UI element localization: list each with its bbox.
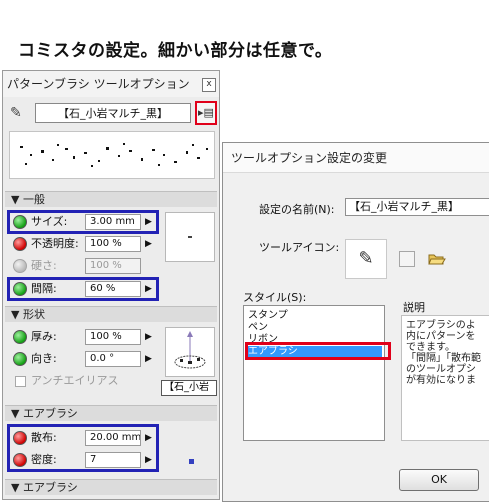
thickness-label: 厚み: <box>31 330 57 343</box>
direction-input[interactable]: 0.0 ° <box>85 351 141 367</box>
brush-icon: ✎ <box>10 105 22 121</box>
spacing-input[interactable]: 60 % <box>85 281 141 297</box>
direction-pressure-toggle[interactable] <box>13 352 27 366</box>
density-preview-dot <box>189 459 194 464</box>
close-icon[interactable]: x <box>202 78 216 92</box>
setting-name-input[interactable]: 【石_小岩マルチ_黒】 <box>345 198 489 216</box>
brush-stroke-preview <box>9 131 215 179</box>
brush-name-field[interactable]: 【石_小岩マルチ_黒】 <box>35 103 191 123</box>
brush-tag: 【石_小岩 <box>161 380 217 396</box>
style-item-stamp[interactable]: スタンプ <box>246 310 382 322</box>
section-airbrush-2[interactable]: ▼ エアブラシ <box>5 479 217 495</box>
opacity-label: 不透明度: <box>31 237 79 250</box>
spacing-label: 間隔: <box>31 282 57 295</box>
tool-icon-preview: ✎ <box>345 239 387 279</box>
thickness-input[interactable]: 100 % <box>85 329 141 345</box>
shape-preview-graphic <box>174 331 206 369</box>
density-input[interactable]: 7 <box>85 452 141 468</box>
size-dot <box>188 236 192 238</box>
folder-open-icon[interactable] <box>427 251 447 267</box>
size-slider-arrow[interactable]: ▶ <box>145 215 152 229</box>
description-box: エアブラシのよ 内にパターンを できます。 「間隔」「散布範 のツールオプシ が… <box>401 315 489 441</box>
section-airbrush[interactable]: ▼ エアブラシ <box>5 405 217 421</box>
style-listbox[interactable]: スタンプ ペン リボン エアブラシ <box>243 305 385 441</box>
direction-label: 向き: <box>31 352 57 365</box>
direction-slider-arrow[interactable]: ▶ <box>145 352 152 366</box>
tool-options-palette: パターンブラシ ツールオプション x ✎ 【石_小岩マルチ_黒】 ▸▤ ▼ 一般… <box>2 70 220 500</box>
page-heading: コミスタの設定。細かい部分は任意で。 <box>18 41 333 61</box>
style-item-pen[interactable]: ペン <box>246 322 382 334</box>
description-label: 説明 <box>403 301 425 314</box>
spacing-slider-arrow[interactable]: ▶ <box>145 282 152 296</box>
description-line: 内にパターンを <box>406 331 476 342</box>
tool-icon-label: ツールアイコン: <box>259 241 340 254</box>
style-label: スタイル(S): <box>243 291 307 304</box>
dialog-title: ツールオプション設定の変更 <box>223 143 489 173</box>
opacity-input[interactable]: 100 % <box>85 236 141 252</box>
scatter-slider-arrow[interactable]: ▶ <box>145 431 152 445</box>
thickness-pressure-toggle[interactable] <box>13 330 27 344</box>
section-shape[interactable]: ▼ 形状 <box>5 306 217 322</box>
size-input[interactable]: 3.00 mm <box>85 214 141 230</box>
size-label: サイズ: <box>31 215 68 228</box>
folder-icon-graphic <box>428 254 446 265</box>
antialias-checkbox[interactable] <box>15 376 26 387</box>
scatter-pressure-toggle[interactable] <box>13 431 27 445</box>
palette-title: パターンブラシ ツールオプション <box>3 71 219 97</box>
icon-blank-button[interactable] <box>399 251 415 267</box>
highlight-airbrush-style <box>245 342 391 360</box>
thickness-slider-arrow[interactable]: ▶ <box>145 330 152 344</box>
brush-menu-button[interactable]: ▸▤ <box>195 101 217 125</box>
scatter-input[interactable]: 20.00 mm <box>85 430 141 446</box>
description-line: できます。 <box>406 342 455 353</box>
hardness-label: 硬さ: <box>31 259 57 272</box>
section-general[interactable]: ▼ 一般 <box>5 191 217 207</box>
opacity-slider-arrow[interactable]: ▶ <box>145 237 152 251</box>
description-line: のツールオプシ <box>406 364 476 375</box>
hardness-pressure-toggle <box>13 259 27 273</box>
ok-button[interactable]: OK <box>399 469 479 491</box>
brush-selector-row: ✎ 【石_小岩マルチ_黒】 ▸▤ <box>7 101 217 127</box>
density-label: 密度: <box>31 453 57 466</box>
shape-preview <box>165 327 215 377</box>
opacity-pressure-toggle[interactable] <box>13 237 27 251</box>
stroke-preview-graphic <box>20 143 208 167</box>
hardness-input: 100 % <box>85 258 141 274</box>
size-preview <box>165 212 215 262</box>
description-line: が有効になりま <box>406 375 476 386</box>
description-line: エアブラシのよ <box>406 320 476 331</box>
spacing-pressure-toggle[interactable] <box>13 282 27 296</box>
description-line: 「間隔」「散布範 <box>406 353 481 364</box>
scatter-label: 散布: <box>31 431 57 444</box>
density-slider-arrow[interactable]: ▶ <box>145 453 152 467</box>
setting-name-label: 設定の名前(N): <box>259 203 335 216</box>
size-pressure-toggle[interactable] <box>13 215 27 229</box>
antialias-label: アンチエイリアス <box>31 374 119 387</box>
tool-option-settings-dialog: ツールオプション設定の変更 設定の名前(N): 【石_小岩マルチ_黒】 ツールア… <box>222 142 489 502</box>
density-pressure-toggle[interactable] <box>13 453 27 467</box>
